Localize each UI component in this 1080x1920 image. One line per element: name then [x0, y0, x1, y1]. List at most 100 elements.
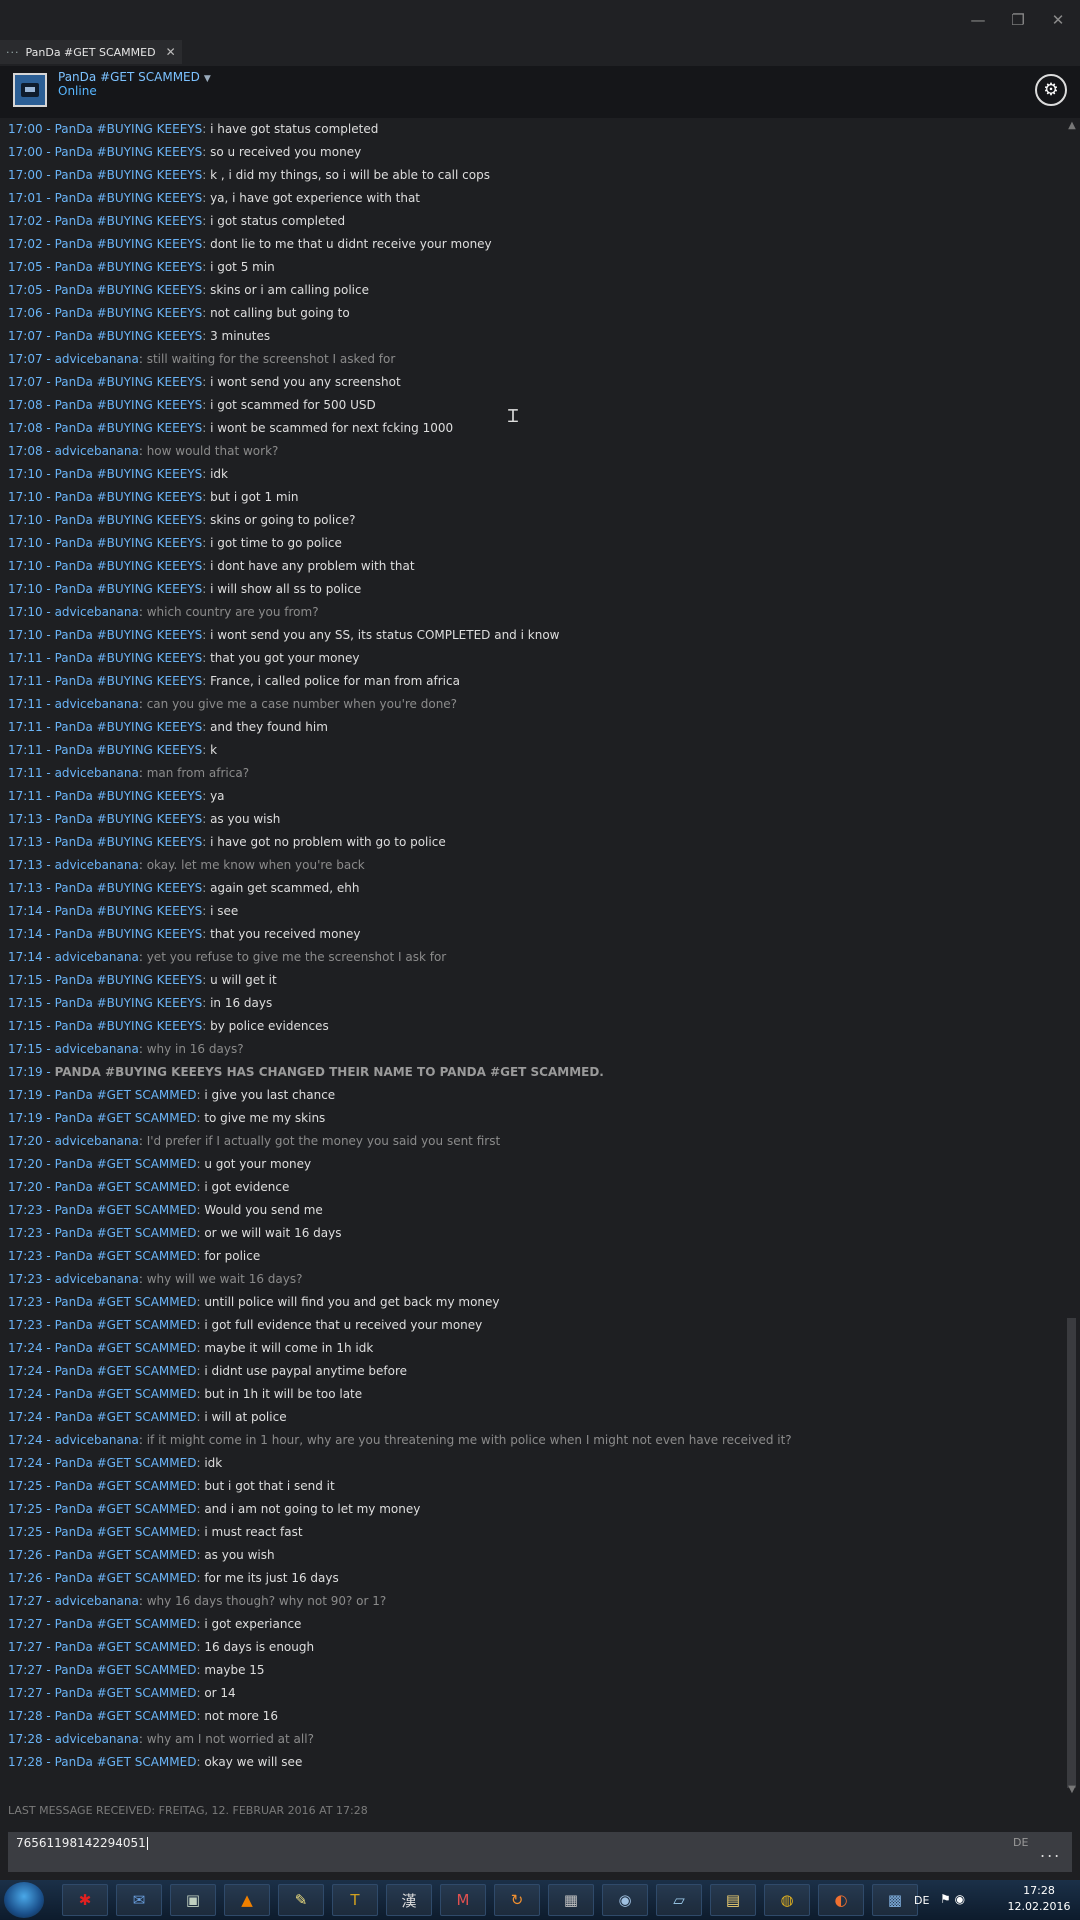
message-sender[interactable]: advicebanana [55, 766, 139, 780]
sync-app-icon[interactable]: ↻ [494, 1884, 540, 1916]
tab-menu-icon[interactable]: ··· [6, 46, 20, 59]
message-sender[interactable]: PanDa #GET SCAMMED [55, 1364, 197, 1378]
message-sender[interactable]: PanDa #BUYING KEEEYS [55, 191, 203, 205]
message-sender[interactable]: PanDa #BUYING KEEEYS [55, 398, 203, 412]
friend-name-dropdown[interactable]: PanDa #GET SCAMMED ▼ [58, 70, 211, 84]
tray-icons[interactable]: ⚑ ◉ [940, 1892, 965, 1906]
message-sender[interactable]: PanDa #GET SCAMMED [55, 1341, 197, 1355]
message-sender[interactable]: PanDa #GET SCAMMED [55, 1295, 197, 1309]
control-panel-app-icon[interactable]: ▩ [872, 1884, 918, 1916]
message-sender[interactable]: advicebanana [55, 1433, 139, 1447]
firefox-app-icon[interactable]: ◐ [818, 1884, 864, 1916]
calculator-app-icon[interactable]: ▦ [548, 1884, 594, 1916]
message-sender[interactable]: advicebanana [55, 1272, 139, 1286]
message-sender[interactable]: PanDa #GET SCAMMED [55, 1180, 197, 1194]
message-sender[interactable]: PanDa #BUYING KEEEYS [55, 329, 203, 343]
message-sender[interactable]: PanDa #GET SCAMMED [55, 1709, 197, 1723]
message-sender[interactable]: PanDa #BUYING KEEEYS [55, 812, 203, 826]
message-sender[interactable]: PanDa #BUYING KEEEYS [55, 904, 203, 918]
message-sender[interactable]: PanDa #GET SCAMMED [55, 1088, 197, 1102]
flag-icon[interactable]: ⚑ [940, 1892, 951, 1906]
clock-time[interactable]: 17:28 [1004, 1884, 1074, 1897]
kanji-app-icon[interactable]: 漢 [386, 1884, 432, 1916]
message-sender[interactable]: PanDa #GET SCAMMED [55, 1663, 197, 1677]
message-sender[interactable]: PanDa #GET SCAMMED [55, 1203, 197, 1217]
message-sender[interactable]: PanDa #BUYING KEEEYS [55, 927, 203, 941]
tray-language[interactable]: DE [914, 1894, 929, 1907]
message-sender[interactable]: PanDa #BUYING KEEEYS [55, 490, 203, 504]
message-sender[interactable]: advicebanana [55, 1042, 139, 1056]
message-sender[interactable]: PanDa #BUYING KEEEYS [55, 973, 203, 987]
message-sender[interactable]: PanDa #BUYING KEEEYS [55, 421, 203, 435]
message-sender[interactable]: PanDa #BUYING KEEEYS [55, 996, 203, 1010]
thunderbird-app-icon[interactable]: ✉ [116, 1884, 162, 1916]
message-sender[interactable]: PanDa #BUYING KEEEYS [55, 559, 203, 573]
message-sender[interactable]: PanDa #BUYING KEEEYS [55, 1019, 203, 1033]
scroll-down-icon[interactable]: ▼ [1066, 1784, 1078, 1798]
message-sender[interactable]: PanDa #BUYING KEEEYS [55, 881, 203, 895]
message-sender[interactable]: PanDa #BUYING KEEEYS [55, 743, 203, 757]
message-sender[interactable]: PanDa #GET SCAMMED [55, 1387, 197, 1401]
message-sender[interactable]: PanDa #GET SCAMMED [55, 1525, 197, 1539]
message-sender[interactable]: PanDa #BUYING KEEEYS [55, 835, 203, 849]
message-sender[interactable]: PanDa #BUYING KEEEYS [55, 536, 203, 550]
message-sender[interactable]: PanDa #GET SCAMMED [55, 1456, 197, 1470]
message-sender[interactable]: advicebanana [55, 605, 139, 619]
clock-date[interactable]: 12.02.2016 [1004, 1900, 1074, 1913]
vlc-app-icon[interactable]: ▲ [224, 1884, 270, 1916]
tab-close-icon[interactable]: ✕ [166, 45, 176, 59]
message-sender[interactable]: PanDa #GET SCAMMED [55, 1686, 197, 1700]
start-button[interactable] [4, 1882, 44, 1918]
scroll-up-icon[interactable]: ▲ [1066, 120, 1078, 134]
message-sender[interactable]: PanDa #BUYING KEEEYS [55, 513, 203, 527]
message-sender[interactable]: PanDa #GET SCAMMED [55, 1617, 197, 1631]
message-sender[interactable]: PanDa #BUYING KEEEYS [55, 674, 203, 688]
message-sender[interactable]: PanDa #GET SCAMMED [55, 1111, 197, 1125]
message-sender[interactable]: PanDa #BUYING KEEEYS [55, 789, 203, 803]
message-sender[interactable]: PanDa #GET SCAMMED [55, 1249, 197, 1263]
lobster-app-icon[interactable]: ✱ [62, 1884, 108, 1916]
message-sender[interactable]: advicebanana [55, 1134, 139, 1148]
more-options-button[interactable]: ... [1040, 1842, 1061, 1861]
notepad-app-icon[interactable]: ✎ [278, 1884, 324, 1916]
folder-app-icon[interactable]: ▤ [710, 1884, 756, 1916]
message-sender[interactable]: PanDa #GET SCAMMED [55, 1548, 197, 1562]
message-sender[interactable]: advicebanana [55, 1594, 139, 1608]
settings-gear-icon[interactable]: ⚙ [1035, 74, 1067, 106]
message-sender[interactable]: PanDa #BUYING KEEEYS [55, 375, 203, 389]
message-sender[interactable]: PanDa #GET SCAMMED [55, 1502, 197, 1516]
message-sender[interactable]: PanDa #BUYING KEEEYS [55, 145, 203, 159]
message-input[interactable]: 76561198142294051 [16, 1836, 996, 1850]
steam-tray-icon[interactable]: ◉ [955, 1892, 965, 1906]
message-sender[interactable]: PanDa #BUYING KEEEYS [55, 306, 203, 320]
message-sender[interactable]: PanDa #GET SCAMMED [55, 1755, 197, 1769]
message-sender[interactable]: PanDa #BUYING KEEEYS [55, 168, 203, 182]
minimize-icon[interactable]: — [963, 8, 993, 32]
message-sender[interactable]: PanDa #GET SCAMMED [55, 1479, 197, 1493]
message-sender[interactable]: PanDa #BUYING KEEEYS [55, 628, 203, 642]
chrome-app-icon[interactable]: ◍ [764, 1884, 810, 1916]
message-sender[interactable]: PanDa #GET SCAMMED [55, 1571, 197, 1585]
message-sender[interactable]: PanDa #BUYING KEEEYS [55, 283, 203, 297]
avatar[interactable] [13, 73, 47, 107]
message-sender[interactable]: advicebanana [55, 352, 139, 366]
message-sender[interactable]: advicebanana [55, 444, 139, 458]
message-sender[interactable]: advicebanana [55, 858, 139, 872]
restore-icon[interactable]: ❐ [1003, 8, 1033, 32]
message-sender[interactable]: advicebanana [55, 950, 139, 964]
message-sender[interactable]: PanDa #BUYING KEEEYS [55, 237, 203, 251]
steam-app-icon[interactable]: ◉ [602, 1884, 648, 1916]
note-app-icon[interactable]: ▱ [656, 1884, 702, 1916]
message-sender[interactable]: advicebanana [55, 1732, 139, 1746]
message-sender[interactable]: PanDa #GET SCAMMED [55, 1318, 197, 1332]
message-sender[interactable]: PanDa #BUYING KEEEYS [55, 467, 203, 481]
message-sender[interactable]: advicebanana [55, 697, 139, 711]
message-sender[interactable]: PanDa #GET SCAMMED [55, 1410, 197, 1424]
chat-tab[interactable]: ··· PanDa #GET SCAMMED ✕ [0, 40, 182, 64]
message-sender[interactable]: PanDa #BUYING KEEEYS [55, 214, 203, 228]
close-window-icon[interactable]: ✕ [1043, 8, 1073, 32]
message-sender[interactable]: PanDa #BUYING KEEEYS [55, 651, 203, 665]
m-app-icon[interactable]: M [440, 1884, 486, 1916]
message-sender[interactable]: PanDa #GET SCAMMED [55, 1640, 197, 1654]
message-sender[interactable]: PanDa #BUYING KEEEYS [55, 720, 203, 734]
